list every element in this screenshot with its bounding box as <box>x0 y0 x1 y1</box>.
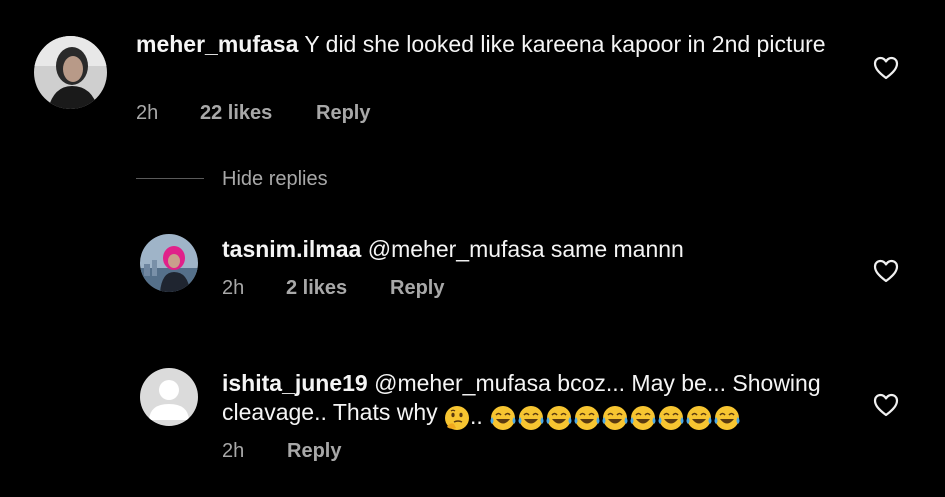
reply-username[interactable]: ishita_june19 <box>222 370 368 396</box>
hide-replies-button[interactable]: Hide replies <box>222 168 328 191</box>
comment-username[interactable]: meher_mufasa <box>136 31 298 57</box>
reply-text-block: ishita_june19 @meher_mufasa bcoz... May … <box>222 369 862 431</box>
reply-button[interactable]: Reply <box>316 102 370 125</box>
tears-of-joy-icon <box>658 405 684 430</box>
reply-button[interactable]: Reply <box>287 440 341 463</box>
tears-of-joy-icon <box>602 405 628 430</box>
heart-outline-icon[interactable] <box>873 56 899 80</box>
reply-ishita-june19: ishita_june19 @meher_mufasa bcoz... May … <box>0 355 945 485</box>
comment-meta: 2h 22 likes Reply <box>136 102 536 126</box>
hide-replies-divider <box>136 178 204 179</box>
reply-time: 2h <box>222 277 245 299</box>
tears-of-joy-icon <box>686 405 712 430</box>
tears-of-joy-icon <box>518 405 544 430</box>
tears-of-joy-icon <box>574 405 600 430</box>
tears-of-joy-icon <box>630 405 656 430</box>
tears-of-joy-icon <box>490 405 516 430</box>
tears-of-joy-icon <box>714 405 740 430</box>
emoji-row: .. <box>444 402 741 431</box>
comment-time: 2h <box>136 102 159 124</box>
comment-meher-mufasa: meher_mufasa Y did she looked like karee… <box>0 0 945 140</box>
reply-tasnim-ilmaa: tasnim.ilmaa @meher_mufasa same mannn 2h… <box>0 220 945 320</box>
reply-text: @meher_mufasa same mannn <box>367 236 684 262</box>
avatar[interactable] <box>140 234 198 292</box>
reply-username[interactable]: tasnim.ilmaa <box>222 236 361 262</box>
emoji-separator: .. <box>470 403 483 429</box>
thinking-face-icon <box>445 405 470 430</box>
heart-outline-icon[interactable] <box>873 393 899 417</box>
comment-text-block: meher_mufasa Y did she looked like karee… <box>136 30 826 59</box>
tears-of-joy-icon <box>546 405 572 430</box>
avatar-placeholder[interactable] <box>140 368 198 426</box>
heart-outline-icon[interactable] <box>873 259 899 283</box>
reply-button[interactable]: Reply <box>390 277 444 300</box>
reply-meta: 2h 2 likes Reply <box>222 277 622 301</box>
reply-meta: 2h Reply <box>222 440 622 464</box>
reply-text-block: tasnim.ilmaa @meher_mufasa same mannn <box>222 235 822 264</box>
likes-count[interactable]: 2 likes <box>286 277 347 300</box>
likes-count[interactable]: 22 likes <box>200 102 272 125</box>
avatar[interactable] <box>34 36 107 109</box>
reply-time: 2h <box>222 440 245 462</box>
comment-text: Y did she looked like kareena kapoor in … <box>304 31 826 57</box>
